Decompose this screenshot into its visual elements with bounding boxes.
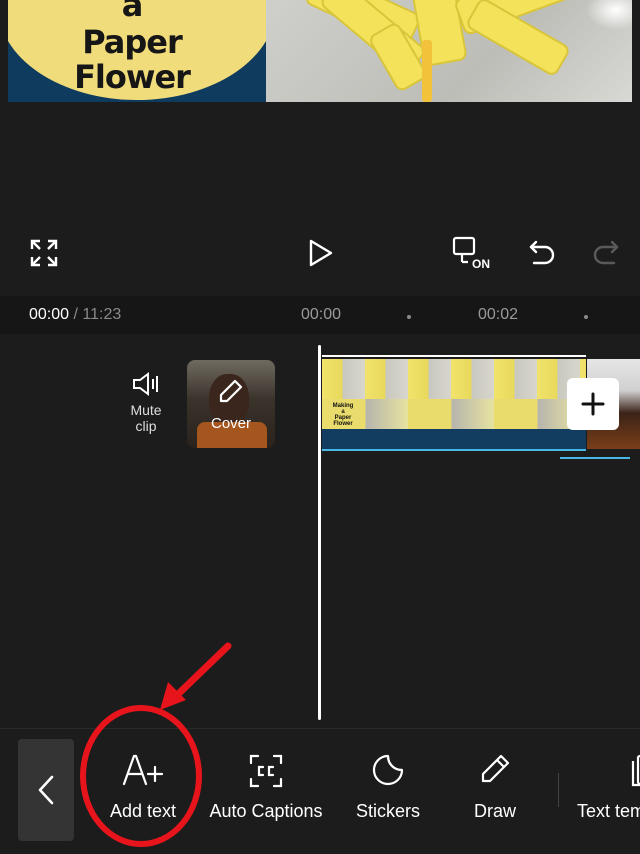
redo-icon bbox=[593, 240, 619, 265]
text-template-icon bbox=[631, 754, 640, 787]
mute-label: clip bbox=[135, 418, 157, 434]
tool-text-template[interactable]: Text tem bbox=[572, 729, 640, 854]
preview-title-line: Paper bbox=[82, 23, 183, 61]
ruler-dot bbox=[584, 315, 588, 319]
cover-label: Cover bbox=[210, 415, 251, 432]
toolbar-divider bbox=[558, 773, 559, 807]
mute-label: Mute bbox=[130, 402, 162, 418]
play-icon bbox=[309, 239, 333, 267]
tool-draw[interactable]: Draw bbox=[460, 729, 530, 854]
ruler-mark: 00:00 bbox=[301, 306, 342, 323]
preview-title-line: Flower bbox=[74, 58, 191, 96]
play-button[interactable] bbox=[308, 239, 334, 267]
bottom-toolbar: Add text Auto Captions Stickers Draw Tex… bbox=[0, 728, 640, 854]
time-display: 00:00 / 11:23 bbox=[29, 306, 122, 323]
pencil-icon bbox=[219, 379, 243, 403]
undo-icon bbox=[529, 240, 555, 265]
ruler-mark: 00:02 bbox=[478, 306, 519, 323]
undo-button[interactable] bbox=[528, 238, 556, 266]
speaker-icon bbox=[133, 372, 158, 396]
tool-label: Stickers bbox=[355, 801, 420, 821]
keyframe-on-label: ON bbox=[472, 257, 490, 271]
timeline-ruler[interactable]: 00:00 / 11:23 00:00 00:02 bbox=[0, 296, 640, 334]
ruler-dot bbox=[407, 315, 411, 319]
back-button[interactable] bbox=[18, 739, 74, 841]
captions-icon bbox=[249, 754, 283, 788]
plus-icon bbox=[581, 392, 605, 416]
tool-auto-captions[interactable]: Auto Captions bbox=[200, 729, 332, 854]
preview-title-line: a bbox=[121, 0, 144, 24]
chevron-left-icon bbox=[38, 775, 54, 805]
fullscreen-icon[interactable] bbox=[30, 239, 58, 267]
add-text-icon bbox=[122, 754, 164, 786]
add-clip-button[interactable] bbox=[567, 378, 619, 430]
keyframe-toggle[interactable]: ON bbox=[452, 236, 494, 274]
current-time: 00:00 bbox=[29, 306, 70, 323]
tool-add-text[interactable]: Add text bbox=[98, 729, 188, 854]
redo-button[interactable] bbox=[592, 238, 620, 266]
tool-label: Text tem bbox=[577, 801, 640, 821]
playhead[interactable] bbox=[318, 345, 321, 720]
preview-title-card: a Paper Flower bbox=[8, 0, 266, 102]
cover-button[interactable]: Cover bbox=[187, 360, 275, 448]
total-time: 11:23 bbox=[82, 306, 122, 323]
mute-clip-button[interactable]: Mute clip bbox=[120, 370, 172, 434]
sticker-icon bbox=[372, 754, 404, 786]
tool-stickers[interactable]: Stickers bbox=[345, 729, 431, 854]
tool-label: Add text bbox=[109, 801, 177, 821]
tool-label: Draw bbox=[473, 801, 516, 821]
annotation-arrow bbox=[168, 642, 232, 704]
preview-flower-image bbox=[266, 0, 632, 102]
pencil-icon bbox=[481, 754, 510, 783]
video-preview[interactable]: a Paper Flower bbox=[0, 0, 640, 102]
tool-label: Auto Captions bbox=[209, 801, 323, 821]
video-clip[interactable]: Making a Paper Flower bbox=[322, 359, 586, 449]
